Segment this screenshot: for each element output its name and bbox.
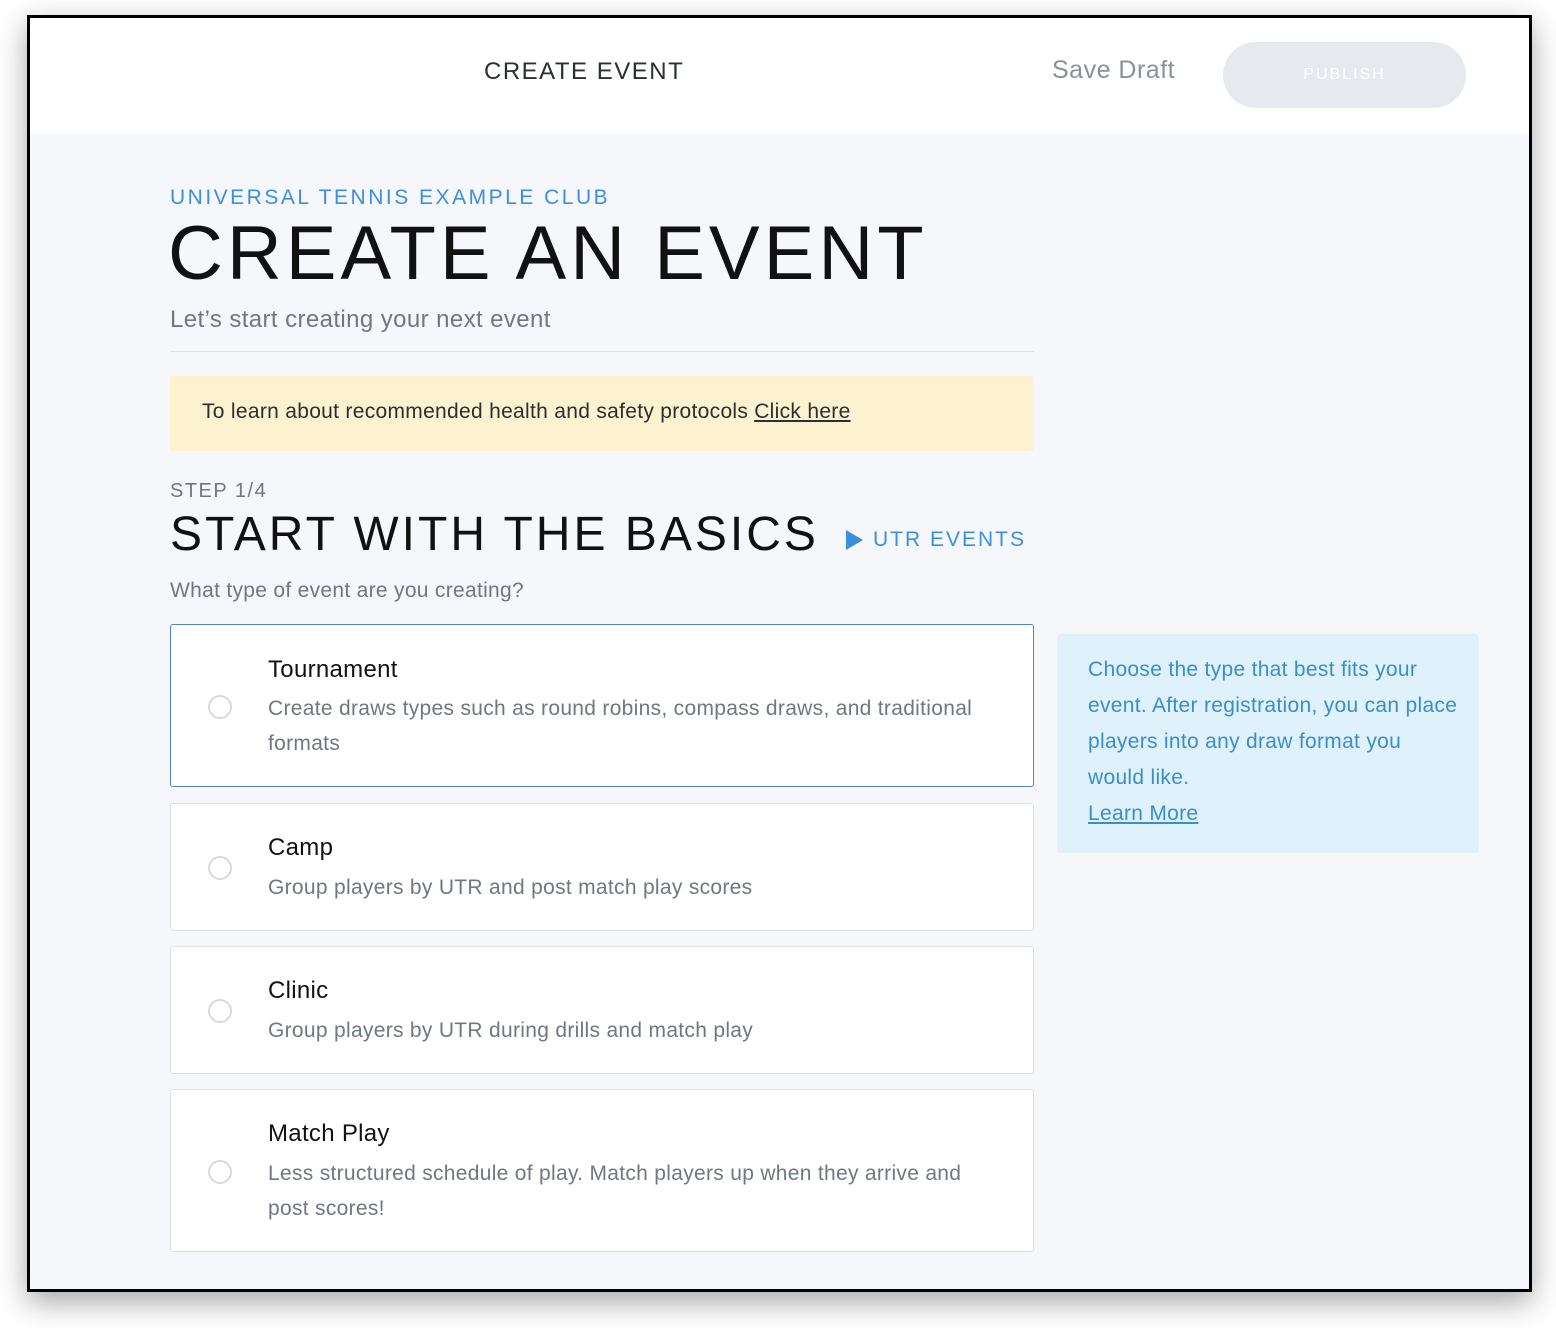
option-description: Group players by UTR and post match play… bbox=[268, 876, 753, 899]
app-window: CREATE EVENT Save Draft PUBLISH UNIVERSA… bbox=[27, 15, 1532, 1292]
option-title: Clinic bbox=[268, 977, 329, 1004]
option-description: Group players by UTR during drills and m… bbox=[268, 1019, 754, 1042]
utr-events-link[interactable]: UTR EVENTS bbox=[846, 528, 1026, 552]
publish-button[interactable]: PUBLISH bbox=[1223, 42, 1466, 108]
page-title: CREATE AN EVENT bbox=[168, 211, 928, 296]
event-type-info-box: Choose the type that best fits your even… bbox=[1057, 634, 1479, 853]
option-match-play[interactable]: Match Play Less structured schedule of p… bbox=[170, 1089, 1034, 1252]
radio-clinic[interactable] bbox=[208, 999, 232, 1023]
play-icon bbox=[846, 530, 863, 550]
info-text-wrap: Choose the type that best fits your even… bbox=[1088, 652, 1458, 832]
header-divider bbox=[170, 351, 1034, 352]
health-safety-banner: To learn about recommended health and sa… bbox=[170, 376, 1034, 451]
option-title: Match Play bbox=[268, 1120, 390, 1147]
option-tournament[interactable]: Tournament Create draws types such as ro… bbox=[170, 624, 1034, 787]
utr-events-label: UTR EVENTS bbox=[873, 528, 1027, 551]
radio-tournament[interactable] bbox=[208, 695, 232, 719]
step-label: STEP 1/4 bbox=[170, 480, 268, 502]
learn-more-link[interactable]: Learn More bbox=[1088, 796, 1198, 832]
section-title: START WITH THE BASICS bbox=[170, 508, 819, 561]
page-subtitle: Let’s start creating your next event bbox=[170, 306, 551, 333]
banner-text-wrap: To learn about recommended health and sa… bbox=[202, 400, 851, 424]
option-description: Create draws types such as round robins,… bbox=[268, 697, 973, 755]
option-camp[interactable]: Camp Group players by UTR and post match… bbox=[170, 803, 1034, 931]
option-title: Tournament bbox=[268, 656, 398, 683]
save-draft-button[interactable]: Save Draft bbox=[1052, 56, 1175, 85]
banner-text: To learn about recommended health and sa… bbox=[202, 400, 749, 423]
option-description: Less structured schedule of play. Match … bbox=[268, 1162, 962, 1220]
top-bar: CREATE EVENT Save Draft PUBLISH bbox=[30, 18, 1529, 134]
event-type-question: What type of event are you creating? bbox=[170, 579, 524, 602]
radio-match-play[interactable] bbox=[208, 1160, 232, 1184]
club-name: UNIVERSAL TENNIS EXAMPLE CLUB bbox=[170, 186, 611, 209]
banner-click-here-link[interactable]: Click here bbox=[754, 400, 850, 423]
topbar-title: CREATE EVENT bbox=[484, 58, 685, 85]
option-clinic[interactable]: Clinic Group players by UTR during drill… bbox=[170, 946, 1034, 1074]
option-title: Camp bbox=[268, 834, 334, 861]
radio-camp[interactable] bbox=[208, 856, 232, 880]
info-text: Choose the type that best fits your even… bbox=[1088, 658, 1458, 789]
